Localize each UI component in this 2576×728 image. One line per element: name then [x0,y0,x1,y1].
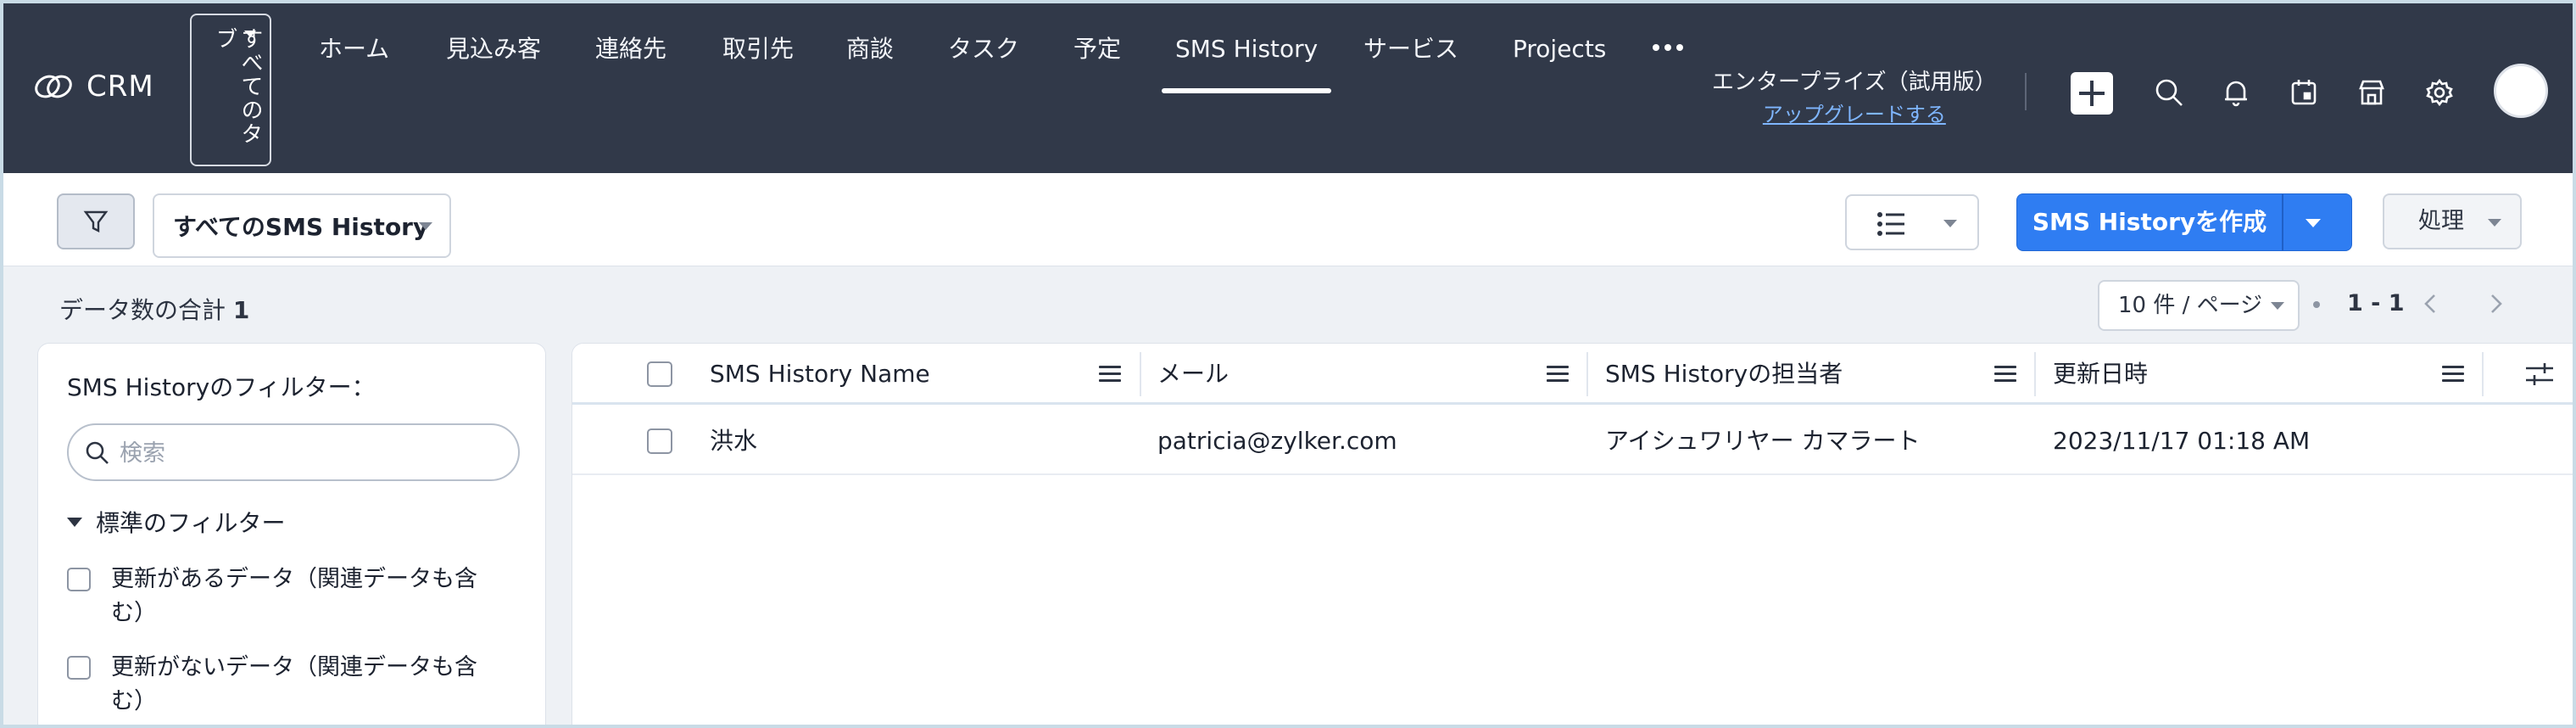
filter-option-label: 更新がないデータ（関連データも含む） [111,654,477,714]
next-page-icon[interactable] [2483,288,2510,319]
divider [2025,73,2027,110]
bell-icon[interactable] [2218,75,2254,110]
tab-leads[interactable]: 見込み客 [446,32,541,88]
chevron-down-icon [1943,220,1957,227]
filter-search-input[interactable] [120,434,493,473]
tab-meetings[interactable]: 予定 [1073,32,1121,88]
custom-view-label: すべてのSMS History [173,213,429,241]
tab-services[interactable]: サービス [1363,32,1458,88]
chevron-down-icon [2488,219,2501,227]
filter-search[interactable] [67,423,520,481]
tab-contacts[interactable]: 連絡先 [595,32,666,88]
column-header-email[interactable]: メール [1157,344,1229,405]
divider [2282,194,2283,250]
standard-filters-label: 標準のフィルター [96,509,286,537]
avatar[interactable] [2494,64,2548,118]
filter-sidebar: SMS Historyのフィルター： 標準のフィルター 更新があるデータ（関連デ… [37,343,546,725]
column-resize-handle[interactable] [2034,352,2036,396]
crm-logo-icon [35,75,72,98]
cell-owner: アイシュワリヤー カマラート [1605,427,1921,455]
column-settings-icon[interactable] [2523,359,2556,389]
actions-label: 処理 [2418,208,2464,234]
list-toolbar: すべてのSMS History SMS Historyを作成 処理 [3,173,2573,266]
top-navigation-bar: CRM すべてのタブ ホーム 見込み客 連絡先 取引先 商談 タスク 予定 SM… [3,3,2573,173]
tab-tasks[interactable]: タスク [948,32,1019,88]
record-count-value: 1 [232,296,250,324]
column-resize-handle[interactable] [1586,352,1588,396]
all-tabs-button[interactable]: すべてのタブ [190,14,271,166]
select-all-checkbox[interactable] [647,361,672,387]
table-row[interactable]: 洪水 patricia@zylker.com アイシュワリヤー カマラート 20… [572,407,2573,475]
plus-icon[interactable] [2071,72,2113,115]
actions-button[interactable]: 処理 [2383,193,2522,249]
crm-logo[interactable]: CRM [32,70,154,104]
chevron-down-icon [419,222,432,230]
edition-info: エンタープライズ（試用版） アップグレードする [1712,64,1997,127]
record-count: データ数の合計 1 [59,292,249,326]
filter-toggle-button[interactable] [57,193,135,249]
search-icon [86,441,109,464]
records-table: SMS History Name メール SMS Historyの担当者 更新日… [572,343,2573,725]
records-per-page-label: 10 件 / ページ [2118,293,2263,318]
tab-sms-history[interactable]: SMS History [1161,32,1332,93]
custom-view-select[interactable]: すべてのSMS History [153,193,451,258]
cell-modified-time: 2023/11/17 01:18 AM [2053,427,2311,455]
create-button-label: SMS Historyを作成 [2032,208,2267,236]
column-header-name[interactable]: SMS History Name [710,344,930,405]
column-menu-icon[interactable] [2442,366,2464,383]
list-view-icon [1877,212,1904,236]
marketplace-icon[interactable] [2354,75,2389,110]
column-menu-icon[interactable] [1994,366,2016,383]
edition-name: エンタープライズ（試用版） [1712,70,1997,95]
create-sms-history-button[interactable]: SMS Historyを作成 [2016,193,2352,251]
filter-checkbox[interactable] [67,568,91,591]
standard-filters-section[interactable]: 標準のフィルター [67,505,285,539]
calendar-icon[interactable] [2286,75,2322,110]
cell-email[interactable]: patricia@zylker.com [1157,407,1397,475]
tab-accounts[interactable]: 取引先 [722,32,794,88]
column-menu-icon[interactable] [1547,366,1569,383]
more-tabs-icon[interactable] [1653,44,1683,51]
column-header-owner[interactable]: SMS Historyの担当者 [1605,344,1843,405]
cell-name[interactable]: 洪水 [710,407,757,475]
tab-deals[interactable]: 商談 [846,32,894,88]
filter-checkbox[interactable] [67,656,91,680]
view-type-switcher[interactable] [1845,194,1979,250]
page-range: 1 - 1 [2347,290,2405,316]
create-options-dropdown-icon[interactable] [2306,219,2321,227]
tab-home[interactable]: ホーム [319,32,389,88]
chevron-down-icon [2271,302,2284,310]
caret-down-icon [67,517,82,527]
column-menu-icon[interactable] [1099,366,1121,383]
search-icon[interactable] [2151,75,2187,110]
all-tabs-label: すべてのタブ [212,27,263,146]
filter-option-label: 更新があるデータ（関連データも含む） [111,566,477,626]
row-checkbox[interactable] [647,428,672,454]
previous-page-icon[interactable] [2417,288,2444,319]
chevron-down-icon [244,31,256,37]
column-resize-handle[interactable] [2482,352,2484,396]
records-per-page-select[interactable]: 10 件 / ページ [2098,280,2300,331]
divider [2313,301,2320,308]
app-name: CRM [86,70,154,104]
record-count-label: データ数の合計 [59,296,226,324]
gear-icon[interactable] [2422,75,2457,110]
app-window: CRM すべてのタブ ホーム 見込み客 連絡先 取引先 商談 タスク 予定 SM… [0,0,2576,728]
filter-icon [83,210,109,232]
tab-projects[interactable]: Projects [1513,32,1606,88]
column-header-modified-time[interactable]: 更新日時 [2053,344,2148,405]
filter-sidebar-title: SMS Historyのフィルター： [67,373,376,401]
column-resize-handle[interactable] [1140,352,1141,396]
table-header: SMS History Name メール SMS Historyの担当者 更新日… [572,344,2573,405]
upgrade-link[interactable]: アップグレードする [1712,98,1997,127]
